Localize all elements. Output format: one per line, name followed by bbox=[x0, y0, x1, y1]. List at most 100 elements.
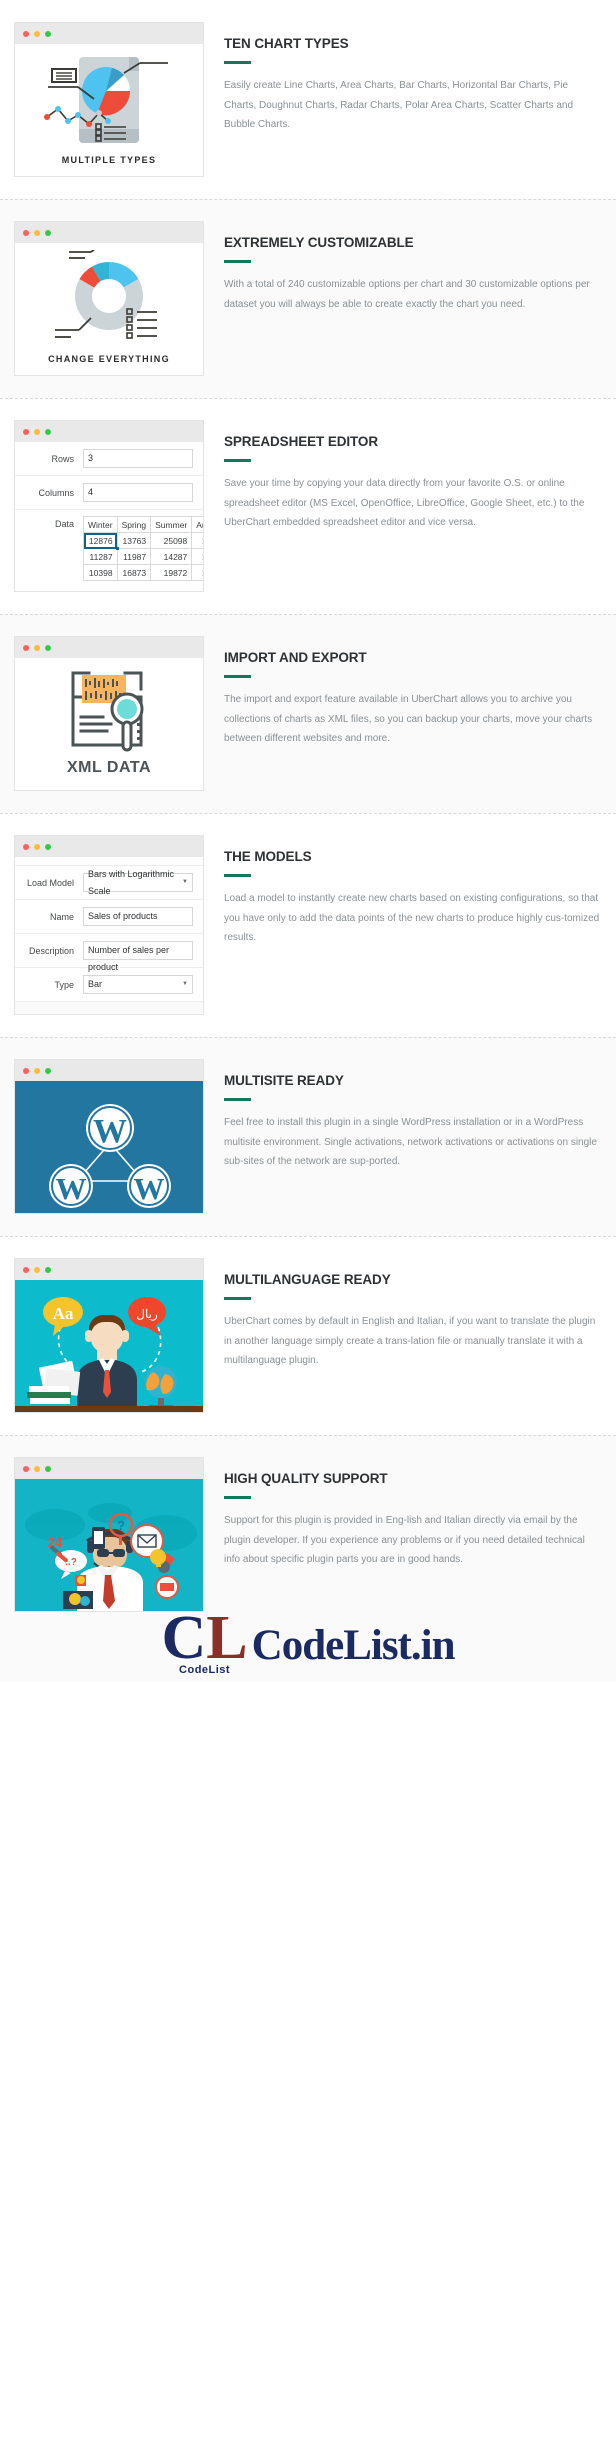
cell[interactable]: 11987 bbox=[116, 548, 152, 565]
cell[interactable]: 13763 bbox=[116, 532, 152, 549]
table-row: 10398 16873 19872 15873 bbox=[83, 564, 203, 581]
green-dot-icon[interactable] bbox=[45, 843, 51, 850]
svg-text:Aa: Aa bbox=[53, 1304, 74, 1323]
load-model-select[interactable]: Bars with Logarithmic Scale ▼ bbox=[83, 869, 193, 896]
yellow-dot-icon[interactable] bbox=[34, 30, 40, 37]
browser-titlebar bbox=[15, 637, 203, 658]
yellow-dot-icon[interactable] bbox=[34, 1266, 40, 1273]
illustration-caption: XML DATA bbox=[67, 759, 151, 776]
yellow-dot-icon[interactable] bbox=[34, 644, 40, 651]
red-dot-icon[interactable] bbox=[23, 1067, 29, 1074]
red-dot-icon[interactable] bbox=[23, 644, 29, 651]
svg-text:W: W bbox=[93, 1113, 127, 1150]
form-spacer-bottom bbox=[15, 1002, 203, 1014]
chevron-down-icon[interactable]: ▼ bbox=[182, 874, 188, 891]
cell[interactable]: 19872 bbox=[150, 564, 193, 581]
wordpress-network-svg: W W W bbox=[49, 1104, 171, 1208]
columns-input[interactable]: 4 bbox=[83, 483, 193, 502]
cell[interactable]: 11287 bbox=[83, 548, 118, 565]
browser-titlebar bbox=[15, 1060, 203, 1081]
charts-illustration-svg bbox=[44, 57, 168, 143]
red-dot-icon[interactable] bbox=[23, 1266, 29, 1273]
books-stack bbox=[27, 1386, 71, 1404]
type-value: Bar bbox=[88, 979, 103, 989]
svg-text:?: ? bbox=[117, 1518, 125, 1533]
form-row-rows: Rows 3 bbox=[15, 442, 203, 476]
column-header[interactable]: Winter bbox=[83, 516, 118, 533]
red-dot-icon[interactable] bbox=[23, 30, 29, 37]
yellow-dot-icon[interactable] bbox=[34, 1465, 40, 1472]
illustration-support-agent: ? ..? 24 bbox=[15, 1479, 203, 1611]
red-dot-icon[interactable] bbox=[23, 1465, 29, 1472]
feature-text-multisite-ready: MULTISITE READY Feel free to install thi… bbox=[204, 1059, 602, 1172]
feature-title: EXTREMELY CUSTOMIZABLE bbox=[224, 235, 414, 250]
feature-description: UberChart comes by default in English an… bbox=[224, 1316, 596, 1367]
svg-text:W: W bbox=[134, 1171, 165, 1206]
browser-mock-multilanguage-ready: Aa ريال bbox=[14, 1258, 204, 1413]
column-header[interactable]: Spring bbox=[116, 516, 152, 533]
feature-title: HIGH QUALITY SUPPORT bbox=[224, 1471, 388, 1486]
yellow-dot-icon[interactable] bbox=[34, 229, 40, 236]
translator-person-svg: Aa ريال bbox=[15, 1297, 203, 1412]
feature-title: MULTISITE READY bbox=[224, 1073, 344, 1088]
green-dot-icon[interactable] bbox=[45, 229, 51, 236]
browser-titlebar bbox=[15, 1458, 203, 1479]
feature-text-import-and-export: IMPORT AND EXPORT The import and export … bbox=[204, 636, 602, 749]
browser-mock-ten-chart-types: MULTIPLE TYPES bbox=[14, 22, 204, 177]
chevron-down-icon[interactable]: ▼ bbox=[182, 976, 188, 993]
green-dot-icon[interactable] bbox=[45, 644, 51, 651]
cell[interactable]: 13287 bbox=[191, 548, 203, 565]
feature-description: Support for this plugin is provided in E… bbox=[224, 1515, 585, 1566]
cell-selected[interactable]: 12876 bbox=[83, 532, 119, 551]
description-input[interactable]: Number of sales per product bbox=[83, 941, 193, 972]
svg-text:24: 24 bbox=[48, 1535, 63, 1550]
red-dot-icon[interactable] bbox=[23, 229, 29, 236]
green-dot-icon[interactable] bbox=[45, 428, 51, 435]
browser-titlebar bbox=[15, 222, 203, 243]
cell[interactable]: 16873 bbox=[116, 564, 152, 581]
green-dot-icon[interactable] bbox=[45, 30, 51, 37]
red-dot-icon[interactable] bbox=[23, 428, 29, 435]
type-select[interactable]: Bar ▼ bbox=[83, 975, 193, 994]
yellow-dot-icon[interactable] bbox=[34, 1067, 40, 1074]
cell[interactable]: 10398 bbox=[83, 564, 118, 581]
name-input[interactable]: Sales of products bbox=[83, 907, 193, 926]
browser-mock-extremely-customizable: CHANGE EVERYTHING bbox=[14, 221, 204, 376]
table-row: 11287 11987 14287 13287 bbox=[83, 548, 203, 565]
browser-mock-spreadsheet-editor: Rows 3 Columns 4 Data Winter Spring Summ… bbox=[14, 420, 204, 592]
feature-description: Load a model to instantly create new cha… bbox=[224, 893, 600, 944]
yellow-dot-icon[interactable] bbox=[34, 428, 40, 435]
browser-titlebar bbox=[15, 1259, 203, 1280]
column-header[interactable]: Summer bbox=[150, 516, 193, 533]
green-dot-icon[interactable] bbox=[45, 1067, 51, 1074]
feature-section-high-quality-support: ? ..? 24 HIGH QUALITY SUPPORT Support fo… bbox=[0, 1435, 616, 1682]
data-label: Data bbox=[54, 519, 74, 529]
green-dot-icon[interactable] bbox=[45, 1266, 51, 1273]
title-underline-rule bbox=[224, 1496, 251, 1500]
illustration-multiple-types: MULTIPLE TYPES bbox=[15, 44, 203, 176]
cell[interactable]: 17823 bbox=[191, 532, 203, 549]
yellow-dot-icon[interactable] bbox=[34, 843, 40, 850]
browser-titlebar bbox=[15, 836, 203, 857]
feature-text-multilanguage-ready: MULTILANGUAGE READY UberChart comes by d… bbox=[204, 1258, 602, 1371]
name-label: Name bbox=[49, 911, 74, 922]
data-grid[interactable]: Winter Spring Summer Autumn 12876 13763 … bbox=[83, 516, 203, 581]
feature-section-ten-chart-types: MULTIPLE TYPES TEN CHART TYPES Easily cr… bbox=[0, 0, 616, 199]
svg-text:ريال: ريال bbox=[136, 1307, 158, 1321]
browser-titlebar bbox=[15, 421, 203, 442]
cell[interactable]: 25098 bbox=[150, 532, 193, 549]
feature-text-high-quality-support: HIGH QUALITY SUPPORT Support for this pl… bbox=[204, 1457, 602, 1570]
illustration-caption: CHANGE EVERYTHING bbox=[48, 354, 170, 364]
column-header[interactable]: Autumn bbox=[191, 516, 203, 533]
support-agent-svg: ? ..? 24 bbox=[25, 1503, 197, 1611]
load-model-value: Bars with Logarithmic Scale bbox=[88, 868, 175, 896]
browser-mock-import-and-export: XML DATA bbox=[14, 636, 204, 791]
title-underline-rule bbox=[224, 675, 251, 679]
feature-title: MULTILANGUAGE READY bbox=[224, 1272, 391, 1287]
red-dot-icon[interactable] bbox=[23, 843, 29, 850]
load-model-label: Load Model bbox=[26, 877, 74, 888]
cell[interactable]: 15873 bbox=[191, 564, 203, 581]
cell[interactable]: 14287 bbox=[150, 548, 193, 565]
green-dot-icon[interactable] bbox=[45, 1465, 51, 1472]
rows-input[interactable]: 3 bbox=[83, 449, 193, 468]
